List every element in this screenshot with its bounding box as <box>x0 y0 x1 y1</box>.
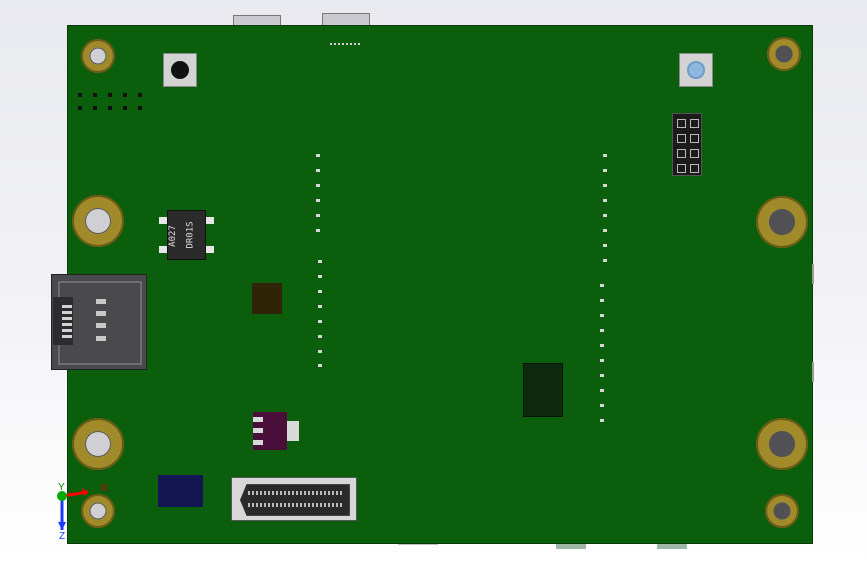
mounting-hole-icon <box>72 418 124 470</box>
axis-triad-icon: X Y Z <box>48 482 118 542</box>
user-button[interactable] <box>679 53 713 87</box>
ic-chip-sop4[interactable]: A027 DR01S <box>167 210 206 260</box>
top-pad-marks <box>330 43 360 47</box>
mounting-hole-icon <box>756 196 808 248</box>
edge-mark <box>812 362 814 382</box>
regulator-lead <box>253 440 263 445</box>
mounting-hole-icon <box>767 37 801 71</box>
fpc-connector-icon[interactable] <box>231 477 357 521</box>
ic-lead <box>159 246 167 253</box>
mounting-hole-icon <box>765 494 799 528</box>
chip-black[interactable] <box>523 363 563 417</box>
chip-navy[interactable] <box>158 475 203 507</box>
mounting-hole-icon <box>81 39 115 73</box>
chip-brown[interactable] <box>252 283 282 314</box>
pcb-board[interactable] <box>67 25 813 544</box>
mounting-hole-icon <box>756 418 808 470</box>
axis-z-label: Z <box>59 531 66 542</box>
regulator-lead <box>253 428 263 433</box>
reset-button[interactable] <box>163 53 197 87</box>
mounting-hole-icon <box>72 195 124 247</box>
regulator-tab <box>287 421 299 441</box>
ic-lead <box>159 217 167 224</box>
ic-lead <box>206 217 214 224</box>
axis-x-label: X <box>101 483 108 494</box>
pin-header-icon[interactable] <box>672 113 702 176</box>
push-button-icon <box>687 61 705 79</box>
axis-y-label: Y <box>58 482 65 493</box>
sd-card-slot-icon[interactable] <box>51 274 147 370</box>
ic-lead <box>206 246 214 253</box>
ic-marking-2: DR01S <box>185 221 196 249</box>
ic-marking-1: A027 <box>167 225 178 247</box>
edge-mark <box>812 264 814 284</box>
regulator-lead <box>253 417 263 422</box>
push-button-icon <box>171 61 189 79</box>
